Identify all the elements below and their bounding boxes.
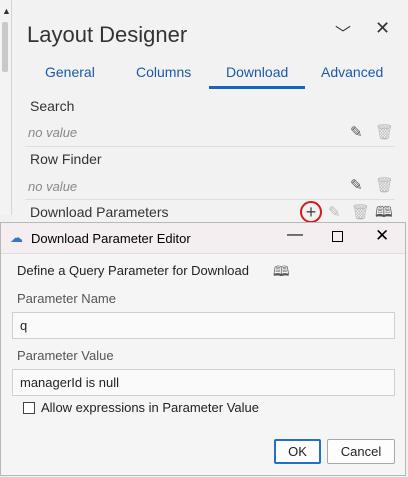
pencil-icon[interactable]: ✎	[328, 203, 341, 221]
parameter-value-label: Parameter Value	[17, 348, 114, 363]
parameter-value-input[interactable]	[12, 369, 395, 396]
cancel-button[interactable]: Cancel	[327, 439, 395, 464]
tab-columns[interactable]: Columns	[136, 64, 191, 80]
row-finder-value[interactable]: no value	[28, 179, 77, 194]
parameter-name-input[interactable]	[12, 312, 395, 339]
plus-icon: +	[305, 202, 317, 222]
tab-general[interactable]: General	[45, 64, 95, 80]
add-parameter-button[interactable]: +	[300, 201, 322, 223]
tab-bar: General Columns Download Advanced	[13, 58, 408, 89]
divider	[25, 146, 395, 147]
trash-icon[interactable]: 🗑	[375, 176, 394, 194]
trash-icon[interactable]: 🗑	[375, 123, 394, 141]
dialog-heading: Define a Query Parameter for Download	[17, 263, 249, 278]
dialog-title: Download Parameter Editor	[31, 231, 191, 246]
allow-expressions-row[interactable]: Allow expressions in Parameter Value	[23, 400, 259, 415]
ok-button[interactable]: OK	[274, 439, 321, 464]
scrollbar-thumb[interactable]	[2, 22, 8, 72]
outer-scrollbar[interactable]: ▲	[0, 0, 12, 215]
tab-download[interactable]: Download	[208, 64, 306, 89]
pencil-icon[interactable]: ✎	[350, 176, 363, 194]
tab-advanced[interactable]: Advanced	[321, 64, 383, 80]
allow-expressions-checkbox[interactable]	[23, 401, 35, 414]
search-value[interactable]: no value	[28, 125, 77, 140]
maximize-button[interactable]	[332, 231, 343, 242]
dialog-close-button[interactable]: ✕	[375, 226, 389, 246]
allow-expressions-label: Allow expressions in Parameter Value	[41, 400, 259, 415]
download-parameter-editor-dialog: ☁ Download Parameter Editor — ✕ Define a…	[0, 222, 406, 476]
search-label: Search	[30, 98, 75, 114]
divider	[25, 199, 395, 200]
minimize-button[interactable]: —	[287, 226, 303, 244]
chevron-down-icon[interactable]: ﹀	[335, 20, 351, 44]
download-parameters-label: Download Parameters	[30, 204, 169, 220]
panel-title: Layout Designer	[27, 22, 188, 47]
parameter-name-label: Parameter Name	[17, 291, 116, 306]
row-finder-label: Row Finder	[30, 151, 102, 167]
pencil-icon[interactable]: ✎	[350, 123, 363, 141]
cloud-icon: ☁	[10, 230, 23, 245]
close-icon[interactable]: ✕	[375, 18, 390, 39]
layout-designer-panel: Layout Designer ﹀ ✕ General Columns Down…	[13, 0, 408, 240]
trash-icon[interactable]: 🗑	[351, 203, 370, 221]
book-icon[interactable]: 🕮	[273, 261, 290, 285]
dialog-titlebar[interactable]: ☁ Download Parameter Editor — ✕	[1, 223, 405, 254]
scroll-up-arrow-icon[interactable]: ▲	[2, 6, 11, 16]
